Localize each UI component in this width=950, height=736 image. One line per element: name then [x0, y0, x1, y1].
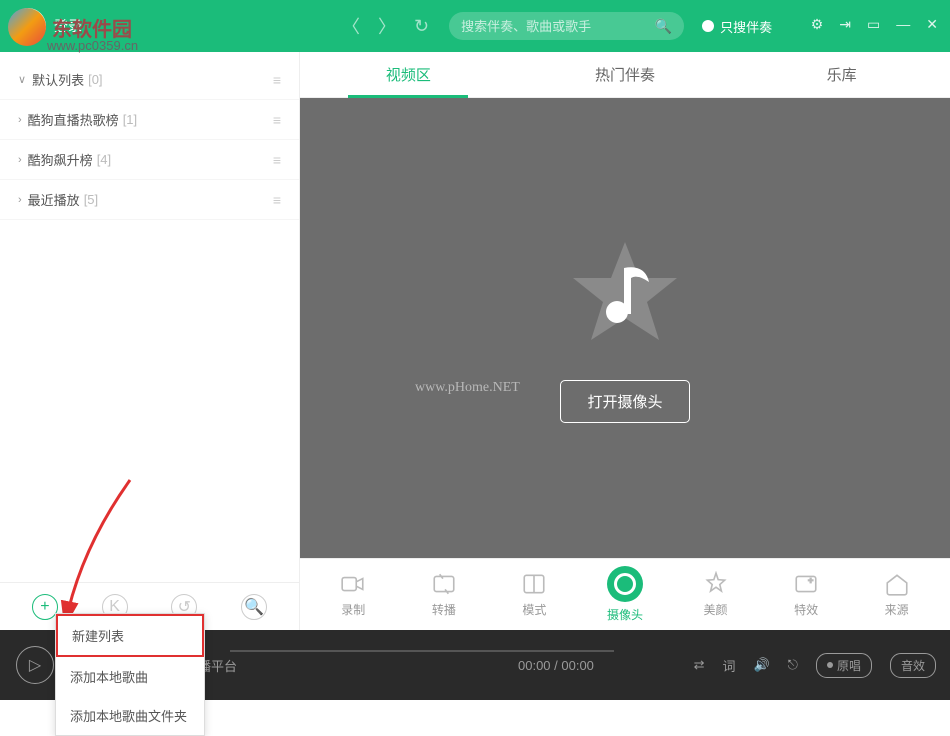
chevron-right-icon: ›: [18, 114, 22, 126]
watermark-text: www.pHome.NET: [415, 380, 520, 396]
compact-icon[interactable]: ▭: [867, 16, 880, 33]
sound-effect-button[interactable]: 音效: [890, 653, 936, 678]
search-box[interactable]: 🔍: [449, 12, 684, 40]
loop-icon[interactable]: ⇄: [694, 657, 705, 673]
accomp-only-toggle[interactable]: 只搜伴奏: [702, 17, 772, 36]
tool-effects[interactable]: + 特效: [771, 571, 841, 618]
add-playlist-button[interactable]: +: [32, 594, 58, 620]
hamburger-icon[interactable]: ≡: [273, 192, 281, 208]
mini-mode-icon[interactable]: ⇥: [839, 16, 851, 33]
play-button[interactable]: ▷: [16, 646, 54, 684]
volume-icon[interactable]: 🔊: [753, 657, 769, 673]
tab-library[interactable]: 乐库: [733, 52, 950, 97]
tool-relay[interactable]: 转播: [409, 571, 479, 618]
chevron-right-icon: ›: [18, 194, 22, 206]
tool-beauty[interactable]: 美颜: [681, 571, 751, 618]
ctx-add-local-folder[interactable]: 添加本地歌曲文件夹: [56, 696, 204, 735]
search-input[interactable]: [461, 19, 655, 34]
nav-back-icon[interactable]: 〈: [342, 13, 360, 39]
tab-hot[interactable]: 热门伴奏: [517, 52, 734, 97]
hamburger-icon[interactable]: ≡: [273, 112, 281, 128]
playlist-hot[interactable]: › 酷狗直播热歌榜 [1] ≡: [0, 100, 299, 140]
ctx-add-local-songs[interactable]: 添加本地歌曲: [56, 657, 204, 696]
playlist-count: [5]: [84, 192, 98, 207]
sidebar-search-button[interactable]: 🔍: [241, 594, 267, 620]
tool-record[interactable]: 录制: [318, 571, 388, 618]
equalizer-icon[interactable]: ⎋: [788, 657, 798, 673]
music-star-icon: [565, 234, 685, 354]
settings-icon[interactable]: ⚙: [811, 16, 824, 33]
accomp-only-label: 只搜伴奏: [720, 17, 772, 36]
minimize-icon[interactable]: —: [896, 16, 910, 33]
chevron-right-icon: ›: [18, 154, 22, 166]
time-display: 00:00 / 00:00: [518, 658, 594, 673]
svg-text:+: +: [808, 575, 813, 585]
playlist-label: 最近播放: [28, 190, 80, 209]
playlist-count: [4]: [97, 152, 111, 167]
progress-bar[interactable]: [230, 650, 614, 652]
tool-camera[interactable]: 摄像头: [590, 566, 660, 623]
playlist-context-menu: 新建列表 添加本地歌曲 添加本地歌曲文件夹: [55, 613, 205, 736]
refresh-icon[interactable]: ↻: [414, 16, 429, 37]
playlist-label: 酷狗飙升榜: [28, 150, 93, 169]
video-preview-area: www.pHome.NET 打开摄像头: [300, 98, 950, 558]
playlist-count: [0]: [88, 72, 102, 87]
playlist-rising[interactable]: › 酷狗飙升榜 [4] ≡: [0, 140, 299, 180]
playlist-default[interactable]: ∨ 默认列表 [0] ≡: [0, 60, 299, 100]
tool-source[interactable]: 来源: [862, 571, 932, 618]
open-camera-button[interactable]: 打开摄像头: [560, 380, 689, 423]
logo-icon: [8, 8, 46, 46]
search-icon[interactable]: 🔍: [655, 18, 672, 35]
playlist-label: 酷狗直播热歌榜: [28, 110, 119, 129]
ctx-new-list[interactable]: 新建列表: [56, 614, 204, 657]
playlist-count: [1]: [123, 112, 137, 127]
camera-circle-icon: [607, 566, 643, 602]
tab-video[interactable]: 视频区: [300, 52, 517, 97]
playlist-label: 默认列表: [32, 70, 84, 89]
nav-forward-icon[interactable]: 〉: [378, 13, 396, 39]
original-vocal-button[interactable]: 原唱: [816, 653, 872, 678]
playlist-recent[interactable]: › 最近播放 [5] ≡: [0, 180, 299, 220]
logo-url: www.pc0359.cn: [47, 38, 138, 53]
lyrics-icon[interactable]: 词: [722, 656, 735, 675]
radio-icon: [702, 20, 714, 32]
hamburger-icon[interactable]: ≡: [273, 72, 281, 88]
chevron-down-icon: ∨: [18, 73, 26, 86]
close-icon[interactable]: ✕: [926, 16, 938, 33]
hamburger-icon[interactable]: ≡: [273, 152, 281, 168]
tool-mode[interactable]: 模式: [499, 571, 569, 618]
